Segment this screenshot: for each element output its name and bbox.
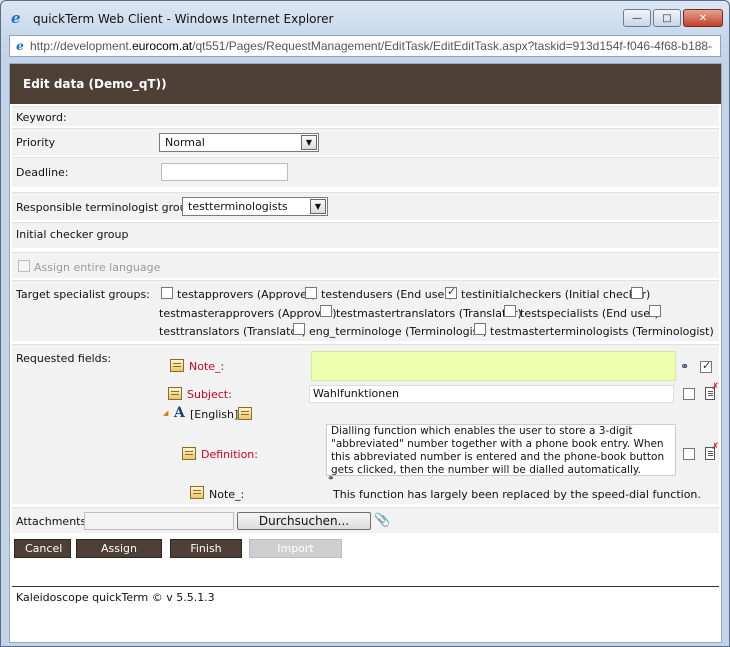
responsible-value: testterminologists <box>188 200 288 213</box>
chevron-down-icon[interactable]: ▼ <box>310 199 326 214</box>
page-icon: e <box>16 39 24 53</box>
attachments-row: Attachments: Durchsuchen... 📎 <box>12 507 719 533</box>
dialog-content: Edit data (Demo_qT)) Keyword: Priority N… <box>9 63 722 643</box>
group-checkbox[interactable] <box>293 323 305 335</box>
paperclip-icon: 📎 <box>374 513 391 528</box>
definition-checkbox[interactable] <box>683 448 695 460</box>
field-template-icon <box>190 486 204 499</box>
deadline-input[interactable] <box>161 163 288 181</box>
requested-fields-label: Requested fields: <box>16 352 112 365</box>
responsible-label: Responsible terminologist group: <box>16 201 198 214</box>
title-bar: e quickTerm Web Client - Windows Interne… <box>1 1 729 35</box>
group-checkbox[interactable] <box>305 287 317 299</box>
maximize-button[interactable]: □ <box>653 9 681 27</box>
link-icon[interactable]: ⚭ <box>327 474 335 484</box>
group-label: testmastertranslators (Translator) <box>336 307 522 320</box>
initial-checker-label: Initial checker group <box>16 228 129 241</box>
language-label: [English] <box>190 408 239 421</box>
keyword-row: Keyword: <box>12 106 719 126</box>
note2-value: This function has largely been replaced … <box>333 488 701 501</box>
group-checkbox[interactable] <box>161 287 173 299</box>
subject-checkbox[interactable] <box>683 388 695 400</box>
chevron-down-icon[interactable]: ▼ <box>301 135 317 150</box>
assign-language-checkbox[interactable] <box>18 260 30 272</box>
responsible-select[interactable]: testterminologists ▼ <box>182 197 328 216</box>
attachment-path-input[interactable] <box>84 512 234 530</box>
footer-divider <box>12 586 719 587</box>
note-label: Note_: <box>189 360 225 373</box>
browser-window: e quickTerm Web Client - Windows Interne… <box>0 0 730 647</box>
browse-button[interactable]: Durchsuchen... <box>237 512 371 530</box>
keyword-label: Keyword: <box>16 111 67 124</box>
minimize-button[interactable]: — <box>623 9 651 27</box>
group-checkbox[interactable] <box>631 287 643 299</box>
group-label: testmasterterminologists (Terminologist) <box>490 325 714 338</box>
group-label: testspecialists (End user) <box>520 307 659 320</box>
note-checkbox[interactable] <box>700 359 712 373</box>
target-groups-row: Target specialist groups: testapprovers … <box>12 280 719 341</box>
initial-checker-row: Initial checker group <box>12 222 719 248</box>
address-bar[interactable]: e http://development.eurocom.at/qt551/Pa… <box>9 35 721 57</box>
language-icon: A <box>174 405 185 421</box>
group-label: testapprovers (Approver) <box>177 288 316 301</box>
priority-row: Priority Normal ▼ <box>12 128 719 156</box>
group-checkbox[interactable] <box>445 285 457 299</box>
subject-label: Subject: <box>187 388 232 401</box>
definition-textarea[interactable]: Dialling function which enables the user… <box>326 424 676 476</box>
link-icon[interactable]: ⚭ <box>680 360 689 373</box>
attachments-label: Attachments: <box>16 515 90 528</box>
group-checkbox[interactable] <box>474 323 486 335</box>
url-text: http://development.eurocom.at/qt551/Page… <box>30 39 713 53</box>
responsible-row: Responsible terminologist group: testter… <box>12 192 719 220</box>
assign-rework-button[interactable]: Assign rework <box>76 539 162 572</box>
priority-label: Priority <box>16 136 56 149</box>
field-template-icon <box>170 359 184 372</box>
note-input[interactable] <box>311 351 676 381</box>
finish-later-button[interactable]: Finish later <box>170 539 242 572</box>
group-label: testtranslators (Translator) <box>159 325 307 338</box>
assign-language-label: Assign entire language <box>34 261 161 274</box>
group-label: eng_terminologe (Terminologist) <box>309 325 488 338</box>
group-checkbox[interactable] <box>649 305 661 317</box>
assign-language-row: Assign entire language <box>12 252 719 278</box>
field-template-icon <box>168 387 182 400</box>
definition-label: Definition: <box>201 448 258 461</box>
deadline-label: Deadline: <box>16 166 69 179</box>
deadline-row: Deadline: <box>12 157 719 187</box>
requested-fields-row: Requested fields: Note_: ⚭ Subject: Wahl… <box>12 344 719 504</box>
close-button[interactable]: ✕ <box>683 9 723 27</box>
dialog-header: Edit data (Demo_qT)) <box>10 64 721 104</box>
cancel-button[interactable]: Cancel <box>14 539 71 558</box>
window-controls: — □ ✕ <box>623 9 723 27</box>
priority-value: Normal <box>165 136 205 149</box>
delete-document-icon[interactable]: ✗ <box>705 382 719 400</box>
subject-input[interactable]: Wahlfunktionen <box>309 385 674 403</box>
group-checkbox[interactable] <box>320 305 332 317</box>
field-template-icon <box>182 447 196 460</box>
group-checkbox[interactable] <box>504 305 516 317</box>
group-label: testendusers (End user) <box>321 288 454 301</box>
import-changes-button: Import changes <box>249 539 342 572</box>
group-label: testmasterapprovers (Approver) <box>159 307 337 320</box>
note2-label: Note_: <box>209 488 245 501</box>
footer-text: Kaleidoscope quickTerm © v 5.5.1.3 <box>16 591 215 604</box>
delete-document-icon[interactable]: ✗ <box>705 442 719 460</box>
ie-logo-icon: e <box>11 9 21 27</box>
window-title: quickTerm Web Client - Windows Internet … <box>33 12 334 26</box>
group-label: testinitialcheckers (Initial checker) <box>461 288 651 301</box>
target-groups-label: Target specialist groups: <box>16 288 150 301</box>
add-field-icon[interactable] <box>238 407 252 420</box>
expand-triangle-icon[interactable]: ◢ <box>163 409 168 417</box>
priority-select[interactable]: Normal ▼ <box>159 133 319 152</box>
